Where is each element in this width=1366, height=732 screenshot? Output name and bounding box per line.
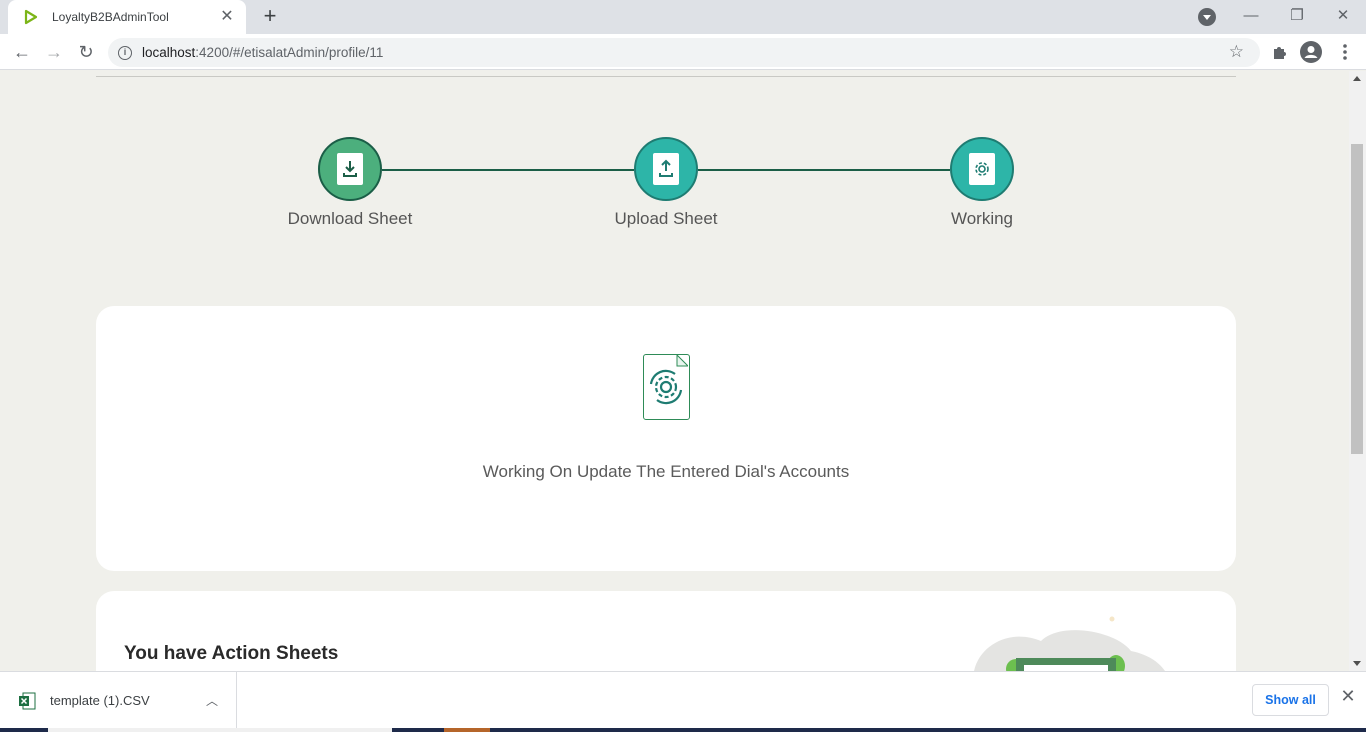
browser-menu-icon[interactable] (1334, 41, 1356, 63)
upload-icon (653, 153, 679, 185)
step-upload-sheet[interactable]: Upload Sheet (586, 137, 746, 229)
scroll-thumb[interactable] (1351, 144, 1363, 454)
close-downloads-icon[interactable]: ✕ (1338, 686, 1358, 707)
progress-stepper: Download Sheet Upload Sheet Working (0, 137, 1332, 237)
url-text: localhost:4200/#/etisalatAdmin/profile/1… (142, 45, 383, 60)
site-info-icon[interactable]: i (118, 45, 132, 60)
back-icon[interactable]: ← (9, 40, 35, 64)
download-item[interactable]: template (1).CSV ︿ (0, 672, 237, 729)
tab-search-icon[interactable] (1198, 8, 1216, 26)
step-label: Upload Sheet (614, 209, 718, 228)
step-circle (950, 137, 1014, 201)
tab-title: LoyaltyB2BAdminTool (52, 10, 169, 24)
window-close-icon[interactable]: ✕ (1330, 4, 1356, 28)
working-status-message: Working On Update The Entered Dial's Acc… (482, 462, 850, 481)
gear-sync-document-icon (643, 353, 690, 420)
chevron-up-icon[interactable]: ︿ (206, 692, 218, 709)
step-download-sheet[interactable]: Download Sheet (270, 137, 430, 229)
site-favicon-icon (22, 8, 40, 26)
browser-tabstrip: LoyaltyB2BAdminTool ✕ + — ❐ ✕ (0, 0, 1366, 34)
show-all-downloads-button[interactable]: Show all (1252, 684, 1329, 716)
profile-avatar-icon[interactable] (1300, 41, 1322, 63)
taskbar-segment (444, 728, 490, 732)
address-bar[interactable]: i localhost:4200/#/etisalatAdmin/profile… (108, 38, 1260, 67)
scroll-down-arrow-icon[interactable] (1353, 661, 1361, 666)
step-working[interactable]: Working (902, 137, 1062, 229)
status-card: Working On Update The Entered Dial's Acc… (96, 306, 1236, 571)
scroll-up-arrow-icon[interactable] (1353, 76, 1361, 81)
bookmark-star-icon[interactable]: ☆ (1229, 42, 1244, 62)
restore-icon[interactable]: ❐ (1284, 4, 1310, 28)
page-viewport: Download Sheet Upload Sheet Working Work… (0, 71, 1366, 671)
step-label: Working (950, 209, 1014, 228)
reload-icon[interactable]: ↻ (73, 40, 99, 64)
step-circle (634, 137, 698, 201)
url-path: :4200/#/etisalatAdmin/profile/11 (195, 45, 384, 60)
excel-file-icon (18, 692, 36, 710)
forward-icon[interactable]: → (41, 40, 67, 64)
os-taskbar (0, 728, 1366, 732)
minimize-icon[interactable]: — (1238, 4, 1264, 28)
divider (96, 76, 1236, 77)
taskbar-segment (48, 728, 392, 732)
downloads-bar: template (1).CSV ︿ Show all ✕ (0, 671, 1366, 729)
step-circle (318, 137, 382, 201)
step-label: Download Sheet (287, 209, 413, 228)
action-sheets-illustration (966, 611, 1186, 671)
browser-tab[interactable]: LoyaltyB2BAdminTool ✕ (8, 0, 246, 34)
browser-toolbar: ← → ↻ i localhost:4200/#/etisalatAdmin/p… (0, 34, 1366, 70)
download-file-name: template (1).CSV (50, 693, 150, 708)
extensions-icon[interactable] (1269, 41, 1291, 63)
tab-close-icon[interactable]: ✕ (218, 8, 236, 26)
url-host: localhost (142, 45, 196, 60)
new-tab-button[interactable]: + (258, 5, 282, 29)
page-scrollbar[interactable] (1349, 71, 1366, 671)
gear-sync-icon (969, 153, 995, 185)
action-sheets-title: You have Action Sheets (124, 643, 339, 664)
action-sheets-card: You have Action Sheets (96, 591, 1236, 671)
download-icon (337, 153, 363, 185)
